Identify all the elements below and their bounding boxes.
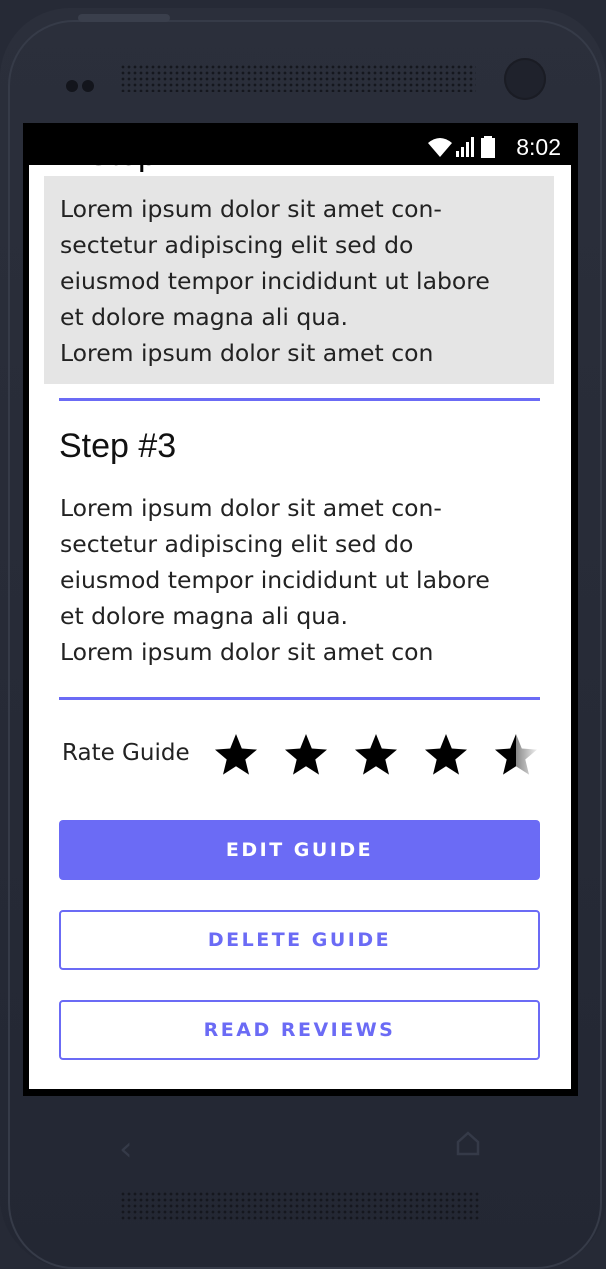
wifi-icon: [428, 138, 452, 157]
edit-guide-button[interactable]: EDIT GUIDE: [59, 820, 540, 880]
guide-content[interactable]: Step #2 Lorem ipsum dolor sit amet con- …: [29, 165, 571, 1089]
status-time: 8:02: [516, 134, 561, 160]
signal-icon: [456, 137, 474, 157]
status-icons: [426, 135, 506, 159]
rate-label: Rate Guide: [62, 740, 190, 766]
previous-step-title: Step #2: [87, 165, 204, 174]
star-half-icon[interactable]: [493, 732, 539, 778]
star-full-icon[interactable]: [213, 732, 259, 778]
previous-step-text: Lorem ipsum dolor sit amet con- sectetur…: [60, 195, 490, 367]
battery-icon: [481, 136, 495, 158]
star-full-icon[interactable]: [353, 732, 399, 778]
previous-step-card: Lorem ipsum dolor sit amet con- sectetur…: [44, 176, 554, 384]
star-full-icon[interactable]: [283, 732, 329, 778]
power-button: [78, 14, 170, 22]
divider-top: [59, 398, 540, 401]
delete-guide-button[interactable]: DELETE GUIDE: [59, 910, 540, 970]
step-text: Lorem ipsum dolor sit amet con- sectetur…: [60, 494, 490, 666]
screen: 8:02 Step #2 Lorem ipsum dolor sit amet …: [23, 123, 578, 1096]
home-icon[interactable]: [455, 1130, 481, 1160]
back-icon[interactable]: ‹: [119, 1129, 133, 1169]
rating-row: Rate Guide: [62, 732, 552, 782]
read-reviews-button[interactable]: READ REVIEWS: [59, 1000, 540, 1060]
divider-bottom: [59, 697, 540, 700]
bottom-speaker: [120, 1191, 480, 1221]
earpiece-speaker: [120, 64, 476, 92]
sensor-dots: [66, 77, 98, 96]
status-bar: 8:02: [23, 123, 578, 165]
star-full-icon[interactable]: [423, 732, 469, 778]
front-camera: [504, 58, 546, 100]
step-title: Step #3: [59, 427, 177, 465]
